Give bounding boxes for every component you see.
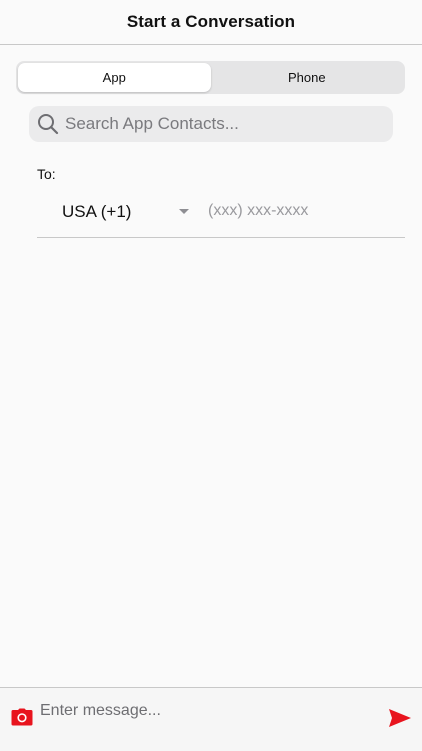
search-bar[interactable]	[29, 106, 393, 142]
send-icon[interactable]	[388, 708, 412, 728]
to-label: To:	[37, 166, 56, 182]
search-input[interactable]	[65, 114, 385, 134]
segmented-control: App Phone	[16, 61, 405, 94]
message-input[interactable]	[40, 700, 370, 722]
chevron-down-icon	[179, 209, 189, 214]
country-code-value: USA (+1)	[62, 202, 132, 221]
page-title: Start a Conversation	[126, 12, 296, 31]
camera-icon[interactable]	[11, 708, 33, 726]
divider	[37, 237, 405, 238]
segment-phone[interactable]: Phone	[211, 63, 404, 92]
phone-number-field[interactable]	[208, 198, 398, 224]
country-code-picker[interactable]: USA (+1)	[62, 200, 192, 224]
search-icon	[37, 113, 59, 135]
message-composer	[0, 687, 422, 751]
navigation-bar: Start a Conversation	[0, 0, 422, 45]
segment-app[interactable]: App	[18, 63, 211, 92]
